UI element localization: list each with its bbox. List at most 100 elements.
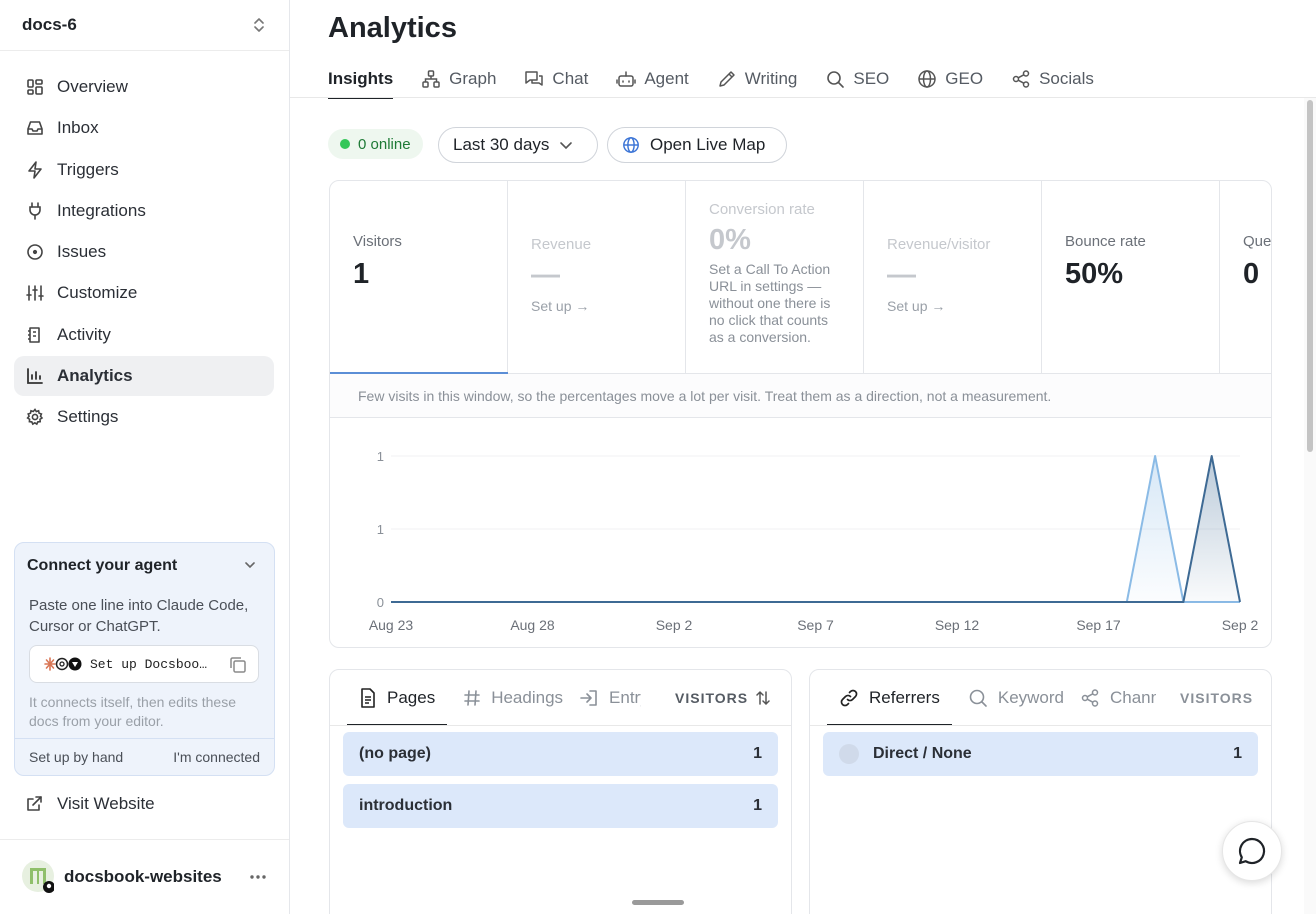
x-tick-label: Sep 2 [1222,617,1259,633]
im-connected-link[interactable]: I'm connected [173,749,260,765]
tab-label: Graph [449,69,497,88]
tab-chat[interactable]: Chat [524,60,588,98]
x-tick-label: Sep 17 [1076,617,1121,633]
stat-label: Bounce rate [1065,233,1146,250]
date-range-value: Last 30 days [453,135,550,154]
pages-panel-tabs: Pages Headings Entry [347,670,657,726]
table-row[interactable]: Direct / None 1 [823,732,1258,776]
share-icon [1080,688,1100,708]
sidebar-item-label: Analytics [57,366,133,386]
plug-icon [25,201,45,221]
x-tick-label: Sep 7 [797,617,834,633]
sidebar-item-label: Inbox [57,118,99,138]
sidebar-item-inbox[interactable]: Inbox [14,108,274,148]
analytics-tabs: Insights Graph Chat Agent Writing SEO GE… [328,60,1122,99]
open-live-map-button[interactable]: Open Live Map [607,127,787,163]
online-count: 0 online [358,135,411,153]
external-link-icon [25,795,43,813]
tab-geo[interactable]: GEO [917,60,983,98]
sidebar-item-activity[interactable]: Activity [14,315,274,355]
row-value: 1 [1233,745,1242,762]
tab-label: Referrers [869,688,940,707]
tab-seo[interactable]: SEO [825,60,889,98]
tab-label: Headings [491,688,564,707]
scrollbar-thumb[interactable] [1307,100,1313,452]
visitors-column-header: VISITORS [675,690,749,706]
sidebar-item-customize[interactable]: Customize [14,273,274,313]
account-menu[interactable]: docsbook-websites [0,839,289,914]
tab-socials[interactable]: Socials [1011,60,1094,98]
sidebar-item-label: Activity [57,324,111,344]
tab-pages[interactable]: Pages [347,670,448,726]
stat-revenue-per-visitor[interactable]: Revenue/visitor — Set up → [864,181,1042,374]
stat-revenue[interactable]: Revenue — Set up → [508,181,686,374]
tab-channels[interactable]: Channels [1080,670,1156,726]
setup-by-hand-link[interactable]: Set up by hand [29,749,123,765]
tab-headings[interactable]: Headings [463,670,563,726]
chat-icon [524,69,544,89]
agent-command-text: Set up Docsboo… [90,656,208,672]
stat-conversion-rate[interactable]: Conversion rate 0% Set a Call To Action … [686,181,864,374]
row-label: Direct / None [873,745,972,762]
chat-bubble-icon [1237,836,1267,866]
tab-agent[interactable]: Agent [616,60,689,98]
globe-icon [917,69,937,89]
tab-keyword[interactable]: Keyword [968,670,1064,726]
tab-label: Channels [1110,688,1156,707]
activity-icon [25,325,45,345]
open-live-map-label: Open Live Map [650,135,766,154]
inbox-icon [25,118,45,138]
tab-insights[interactable]: Insights [328,60,394,99]
chevron-up-down-icon [251,16,267,34]
revenue-visitor-setup-link[interactable]: Set up → [887,298,1041,314]
main-content: Analytics Insights Graph Chat Agent Writ… [290,0,1316,914]
panel-divider [810,725,1271,726]
tab-entry[interactable]: Entry [579,670,641,726]
stat-value: 0% [709,224,751,256]
tab-label: Agent [644,69,689,88]
copy-icon[interactable] [228,655,248,675]
stat-queries[interactable]: Que 0 [1220,181,1271,374]
tabs-divider [290,97,1316,98]
connect-agent-footer: Set up by hand I'm connected [15,738,274,775]
robot-icon [616,69,637,89]
stat-value: 50% [1065,258,1124,290]
more-horizontal-icon[interactable] [249,874,267,880]
sidebar-item-overview[interactable]: Overview [14,67,274,107]
sidebar-item-triggers[interactable]: Triggers [14,150,274,190]
favicon-placeholder [839,744,859,764]
sidebar-item-integrations[interactable]: Integrations [14,191,274,231]
support-chat-button[interactable] [1222,821,1282,881]
sidebar-item-label: Customize [57,283,138,303]
bottom-drag-handle[interactable] [632,900,684,905]
table-row[interactable]: introduction 1 [343,784,778,828]
visitors-column-sort[interactable]: VISITORS [675,690,770,706]
sidebar: docs-6 Overview Inbox Triggers Integrati… [0,0,290,914]
tab-writing[interactable]: Writing [717,60,797,98]
stat-bounce-rate[interactable]: Bounce rate 50% [1042,181,1220,374]
tab-graph[interactable]: Graph [421,60,496,98]
gear-icon [25,407,45,427]
revenue-setup-link[interactable]: Set up → [531,298,685,314]
agent-command-box[interactable]: Set up Docsboo… [29,645,259,683]
stat-value: 1 [353,258,370,290]
referrers-panel-tabs: Referrers Keyword Channels [827,670,1172,726]
row-value: 1 [753,745,762,762]
tab-referrers[interactable]: Referrers [827,670,952,726]
table-row[interactable]: (no page) 1 [343,732,778,776]
workspace-switcher[interactable]: docs-6 [0,0,289,51]
date-range-select[interactable]: Last 30 days [438,127,598,163]
sidebar-item-analytics[interactable]: Analytics [14,356,274,397]
tab-label: Entry [609,688,641,707]
stat-visitors[interactable]: Visitors 1 [330,181,508,375]
graph-icon [421,69,441,89]
sidebar-item-issues[interactable]: Issues [14,232,274,272]
tab-label: Keyword [997,688,1064,707]
chevron-down-icon[interactable] [242,557,258,573]
globe-icon [622,136,640,154]
sidebar-item-label: Issues [57,242,107,262]
sidebar-item-settings[interactable]: Settings [14,397,274,437]
visit-website-link[interactable]: Visit Website [25,794,155,814]
sidebar-item-label: Overview [57,77,128,96]
stats-card: Visitors 1 Revenue — Set up → Conversion… [329,180,1272,648]
